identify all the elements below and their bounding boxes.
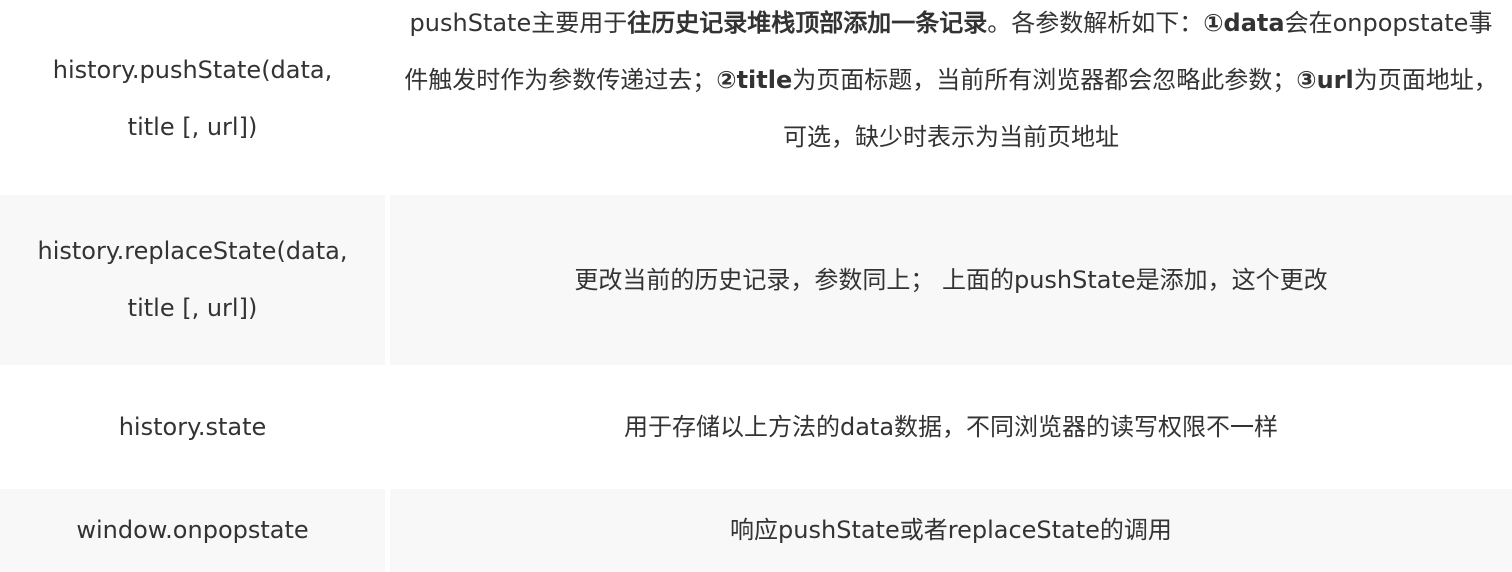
- table-row: history.state 用于存储以上方法的data数据，不同浏览器的读写权限…: [0, 369, 1512, 486]
- description-text: 更改当前的历史记录，参数同上； 上面的pushState是添加，这个更改: [574, 265, 1328, 294]
- method-name: history.pushState(data, title [, url]): [52, 55, 333, 141]
- method-cell: history.state: [0, 369, 385, 486]
- table-row: history.pushState(data, title [, url]) p…: [0, 0, 1512, 188]
- method-name: window.onpopstate: [76, 516, 309, 544]
- description-cell: pushState主要用于往历史记录堆栈顶部添加一条记录。各参数解析如下：①da…: [390, 0, 1512, 188]
- description-text: 用于存储以上方法的data数据，不同浏览器的读写权限不一样: [623, 413, 1279, 441]
- description-segment: pushState主要用于: [409, 9, 628, 37]
- table-row: window.onpopstate 响应pushState或者replaceSt…: [0, 489, 1512, 572]
- method-cell: history.replaceState(data, title [, url]…: [0, 195, 385, 365]
- description-cell: 用于存储以上方法的data数据，不同浏览器的读写权限不一样: [390, 369, 1512, 486]
- history-api-table: history.pushState(data, title [, url]) p…: [0, 0, 1512, 572]
- description-segment-bold: 往历史记录堆栈顶部添加一条记录: [627, 9, 988, 37]
- param-data-label: ①data: [1203, 9, 1285, 37]
- description-text: 响应pushState或者replaceState的调用: [730, 516, 1172, 544]
- description-segment: 。各参数解析如下：: [987, 9, 1204, 37]
- description-cell: 响应pushState或者replaceState的调用: [390, 489, 1512, 572]
- table-row: history.replaceState(data, title [, url]…: [0, 195, 1512, 365]
- param-url-label: ③url: [1296, 66, 1354, 94]
- description-cell: 更改当前的历史记录，参数同上； 上面的pushState是添加，这个更改: [390, 195, 1512, 365]
- description-text: pushState主要用于往历史记录堆栈顶部添加一条记录。各参数解析如下：①da…: [401, 0, 1501, 166]
- method-cell: window.onpopstate: [0, 489, 385, 572]
- description-segment: 为页面标题，当前所有浏览器都会忽略此参数；: [792, 66, 1297, 94]
- method-name: history.replaceState(data, title [, url]…: [37, 237, 348, 322]
- param-title-label: ②title: [716, 66, 793, 94]
- method-name: history.state: [118, 413, 267, 441]
- method-cell: history.pushState(data, title [, url]): [0, 0, 385, 188]
